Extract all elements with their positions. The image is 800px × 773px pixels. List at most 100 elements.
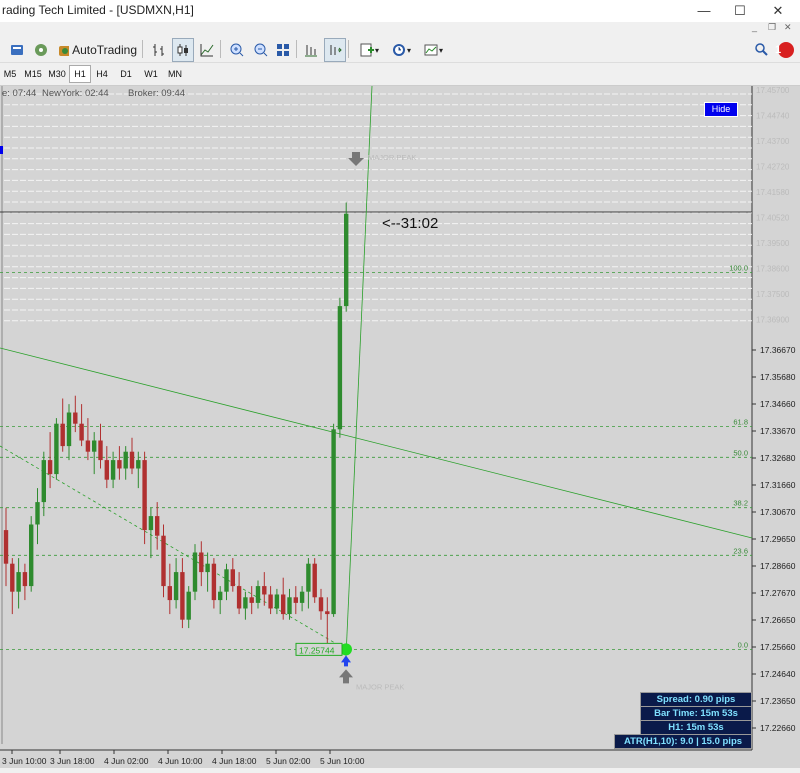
toolbar-separator [348,40,349,58]
price-tick-label: 17.28660 [760,561,796,571]
candle-body [29,524,34,587]
candle-body [224,569,229,592]
candlestick-button[interactable] [172,38,194,62]
tf-d1[interactable]: D1 [116,66,136,82]
price-tick-label: 17.45700 [756,86,790,95]
indicators-button[interactable]: ▾ [354,38,384,62]
candle-body [79,423,84,441]
price-tick-label: 17.27670 [760,588,796,598]
price-tick-label: 17.39500 [756,239,790,248]
down-arrow-icon [348,152,364,166]
candle-body [35,502,40,525]
time-tick-label: 5 Jun 02:00 [266,756,311,766]
hide-button[interactable]: Hide [704,102,738,117]
tf-mn[interactable]: MN [164,66,186,82]
candlestick-icon [177,44,188,56]
candle-body [268,594,273,609]
market-watch-icon [11,45,23,55]
price-tick-label: 17.29650 [760,534,796,544]
candle-body [218,591,223,601]
left-edge-marker [0,146,3,154]
tf-m5[interactable]: M5 [0,66,20,82]
mdi-close-icon[interactable]: ✕ [784,22,792,33]
price-tick-label: 17.23650 [760,696,796,706]
mdi-row: _ ❐ ✕ [0,22,800,36]
maximize-button[interactable]: ☐ [724,0,756,22]
tf-h1[interactable]: H1 [69,65,91,83]
price-tick-label: 17.44740 [756,112,790,121]
autotrading-label: AutoTrading [72,43,137,57]
toolbar-separator [220,40,221,58]
search-icon [755,43,768,56]
zoom-in-button[interactable] [226,38,248,62]
minimize-button[interactable]: — [688,0,720,22]
timeframe-bar: M5 M15 M30 H1 H4 D1 W1 MN [0,63,800,86]
notifications-button[interactable]: 1 [774,38,798,62]
tf-m30[interactable]: M30 [46,66,68,82]
candle-body [211,563,217,601]
toolbar-separator [296,40,297,58]
candle-body [274,594,280,609]
candle-body [249,597,254,603]
close-button[interactable]: ✕ [762,0,794,22]
signals-button[interactable] [30,38,52,62]
candle-body [312,563,317,598]
candle-body [318,597,324,612]
candle-body [293,597,298,603]
line-chart-button[interactable] [196,38,218,62]
autotrading-button[interactable]: AutoTrading [56,38,138,62]
price-tick-label: 17.25660 [760,642,796,652]
tile-windows-button[interactable] [272,38,294,62]
price-tag-label: 17.25744 [299,645,335,655]
price-tick-label: 17.38600 [756,265,790,274]
candle-body [92,440,97,452]
candle-body [205,563,210,573]
candle-body [16,572,21,592]
time-tick-label: 3 Jun 10:00 [2,756,47,766]
candle-body [230,569,235,587]
candle-body [325,611,330,615]
breakout-line [345,85,373,657]
zoom-out-button[interactable] [250,38,272,62]
candle-body [54,423,59,475]
candle-body [155,516,160,536]
candle-body [331,429,336,615]
candle-body [148,516,154,531]
candle-body [299,591,305,603]
mdi-restore-icon[interactable]: ❐ [768,22,776,33]
tile-windows-icon [277,44,289,56]
chart-shift-button[interactable] [300,38,322,62]
fib-level-label: 38.2 [733,499,748,508]
market-watch-button[interactable] [6,38,28,62]
tf-m15[interactable]: M15 [22,66,44,82]
price-tick-label: 17.22660 [760,723,796,733]
price-chart[interactable]: 17.45700 17.44740 17.43700 17.42720 17.41580… [0,85,800,768]
notification-count: 1 [775,44,782,56]
candle-body [47,460,53,475]
price-tick-label: 17.37500 [756,290,790,299]
autoscroll-button[interactable] [324,38,346,62]
autoscroll-icon [330,45,342,55]
bar-time-box: Bar Time: 15m 53s [640,706,752,721]
price-tick-label: 17.24640 [760,669,796,679]
time-tick-label: 5 Jun 10:00 [320,756,365,766]
bar-chart-button[interactable] [148,38,170,62]
search-button[interactable] [750,38,772,62]
price-tick-label: 17.40520 [756,214,790,223]
tf-h4[interactable]: H4 [92,66,112,82]
chart-window[interactable]: 17.45700 17.44740 17.43700 17.42720 17.41580… [0,85,800,768]
mdi-minimize-icon[interactable]: _ [752,22,757,32]
candle-body [161,535,166,587]
local-clock: e: 07:44 [2,88,37,99]
spread-box: Spread: 0.90 pips [640,692,752,707]
title-bar: rading Tech Limited - [USDMXN,H1] — ☐ ✕ [0,0,800,22]
time-tick-label: 4 Jun 02:00 [104,756,149,766]
periods-button[interactable]: ▾ [386,38,416,62]
candle-body [173,572,179,601]
h1-time-box: H1: 15m 53s [640,720,752,735]
candle-body [136,460,141,469]
candle-body [167,586,172,601]
autotrading-icon [59,46,70,56]
tf-w1[interactable]: W1 [141,66,161,82]
templates-button[interactable]: ▾ [418,38,448,62]
